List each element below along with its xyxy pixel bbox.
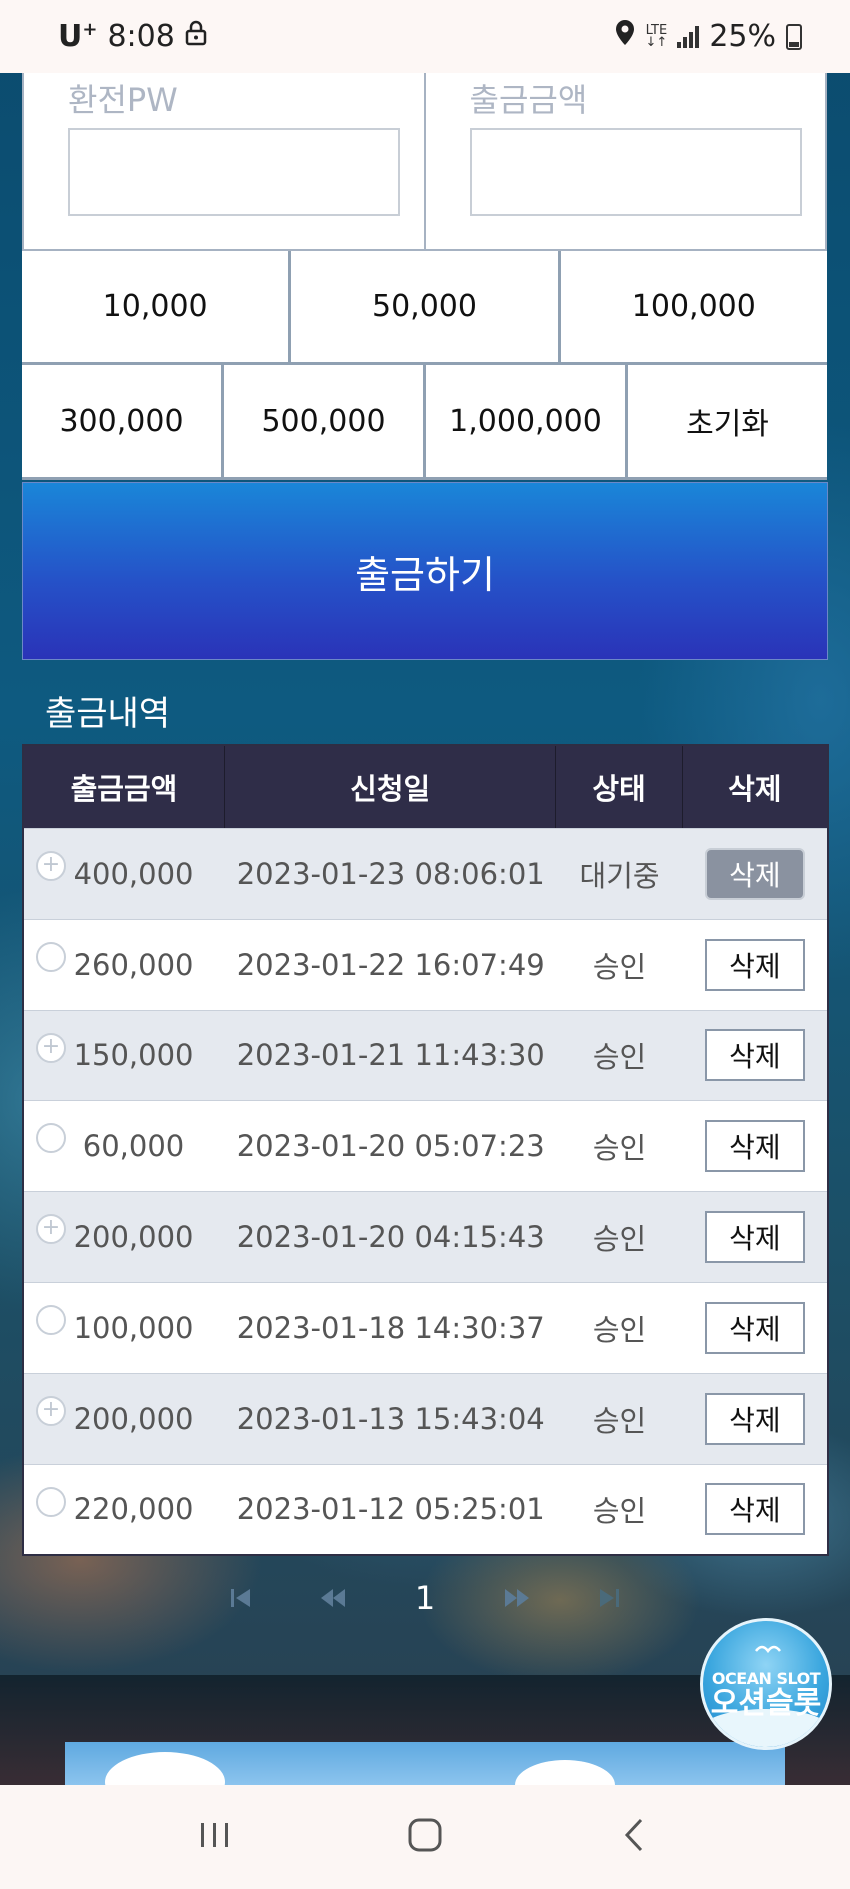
row-date: 2023-01-20 04:15:43 [236,1220,545,1255]
logo-text-en: OCEAN SLOT [711,1668,821,1688]
signal-icon [677,25,700,48]
row-status: 승인 [592,1494,647,1529]
home-button[interactable] [395,1807,455,1867]
logo-text-ko: 오션슬롯 [710,1685,822,1721]
row-date: 2023-01-12 05:25:01 [236,1492,545,1527]
amount-button-300000[interactable]: 300,000 [22,365,221,477]
radio-icon[interactable] [36,1486,66,1517]
back-button[interactable] [605,1807,665,1867]
network-type: LTE ↓↑ [645,22,668,50]
row-date: 2023-01-21 11:43:30 [236,1038,545,1073]
lock-icon [185,19,207,54]
table-row: 100,000 2023-01-18 14:30:37 승인 삭제 [24,1281,827,1373]
row-delete-cell: 삭제 [683,1465,827,1555]
delete-button[interactable]: 삭제 [704,1120,805,1173]
row-delete-cell: 삭제 [683,1283,827,1373]
clock: 8:08 [107,19,175,54]
table-row: +200,000 2023-01-20 04:15:43 승인 삭제 [24,1191,827,1282]
row-delete-cell: 삭제 [683,920,827,1010]
table-row: 260,000 2023-01-22 16:07:49 승인 삭제 [24,918,827,1010]
home-icon [405,1815,445,1859]
table-row: 220,000 2023-01-12 05:25:01 승인 삭제 [24,1463,827,1555]
table-row: +200,000 2023-01-13 15:43:04 승인 삭제 [24,1372,827,1464]
table-row: +400,000 2023-01-23 08:06:01 대기중 삭제 [24,828,827,919]
history-table: 출금금액 신청일 상태 삭제 +400,000 2023-01-23 08:06:… [22,744,829,1557]
row-status: 승인 [592,1131,647,1166]
recent-apps-button[interactable] [185,1807,245,1867]
last-page-icon[interactable] [589,1578,629,1618]
row-status: 대기중 [579,858,660,893]
delete-button[interactable]: 삭제 [704,847,805,900]
expand-icon[interactable]: + [36,1214,66,1245]
delete-button[interactable]: 삭제 [704,1301,805,1354]
row-delete-cell: 삭제 [683,1011,827,1101]
history-title: 출금내역 [45,694,171,734]
expand-icon[interactable]: + [36,851,66,881]
amount-input[interactable] [469,128,802,216]
row-status: 승인 [592,949,647,984]
amount-button-10000[interactable]: 10,000 [22,251,289,362]
prev-page-icon[interactable] [313,1578,353,1618]
expand-icon[interactable]: + [36,1395,66,1426]
delete-button[interactable]: 삭제 [704,1029,805,1082]
row-date: 2023-01-18 14:30:37 [236,1310,545,1345]
android-nav-bar [0,1785,850,1889]
amount-button-50000[interactable]: 50,000 [291,251,558,362]
delete-button[interactable]: 삭제 [704,938,805,991]
row-date: 2023-01-13 15:43:04 [236,1401,545,1436]
header-date: 신청일 [225,746,557,828]
reset-button[interactable]: 초기화 [628,365,827,477]
page-number[interactable]: 1 [405,1578,445,1618]
back-icon [615,1815,655,1859]
row-delete-cell: 삭제 [683,1101,827,1191]
amount-row-1: 10,000 50,000 100,000 [22,251,827,365]
next-page-icon[interactable] [497,1578,537,1618]
row-date: 2023-01-20 05:07:23 [236,1129,545,1164]
table-row: 60,000 2023-01-20 05:07:23 승인 삭제 [24,1100,827,1192]
pagination: 1 [0,1570,850,1625]
recent-apps-icon [195,1815,235,1859]
amount-button-100000[interactable]: 100,000 [560,251,827,362]
row-status: 승인 [592,1403,647,1438]
row-date: 2023-01-22 16:07:49 [236,947,545,982]
radio-icon[interactable] [36,1304,66,1335]
row-delete-cell: 삭제 [683,829,827,919]
amount-button-500000[interactable]: 500,000 [224,365,423,477]
banner-strip[interactable] [65,1742,785,1785]
header-delete: 삭제 [728,772,782,806]
battery-level: 25% [709,19,776,54]
delete-button[interactable]: 삭제 [704,1211,805,1264]
table-header: 출금금액 신청일 상태 삭제 [24,746,827,828]
battery-icon [786,23,802,50]
amount-label: 출금금액 [469,81,588,119]
row-delete-cell: 삭제 [683,1192,827,1282]
delete-button[interactable]: 삭제 [704,1483,805,1536]
ocean-slot-logo[interactable]: OCEAN SLOT 오션슬롯 [700,1618,832,1750]
location-icon [614,19,636,55]
seagull-icon [755,1639,781,1660]
withdraw-button[interactable]: 출금하기 [22,482,828,660]
pw-label: 환전PW [68,81,178,119]
row-delete-cell: 삭제 [683,1374,827,1464]
amount-column: 출금금액 [423,73,826,249]
radio-icon[interactable] [36,941,66,972]
withdraw-form: 환전PW 출금금액 [22,73,827,251]
first-page-icon[interactable] [221,1578,261,1618]
expand-icon[interactable]: + [36,1032,66,1063]
delete-button[interactable]: 삭제 [704,1392,805,1445]
row-status: 승인 [592,1040,647,1075]
row-status: 승인 [592,1312,647,1347]
pw-column: 환전PW [24,73,424,249]
carrier-label: U+ [58,19,98,54]
row-date: 2023-01-23 08:06:01 [236,856,545,891]
row-status: 승인 [592,1222,647,1257]
table-row: +150,000 2023-01-21 11:43:30 승인 삭제 [24,1009,827,1101]
header-amount: 출금금액 [24,746,225,828]
status-bar: U+ 8:08 LTE ↓↑ 25% [0,0,850,73]
amount-row-2: 300,000 500,000 1,000,000 초기화 [22,365,827,480]
amount-button-1000000[interactable]: 1,000,000 [426,365,625,477]
header-status: 상태 [556,746,683,828]
pw-input[interactable] [68,128,400,216]
